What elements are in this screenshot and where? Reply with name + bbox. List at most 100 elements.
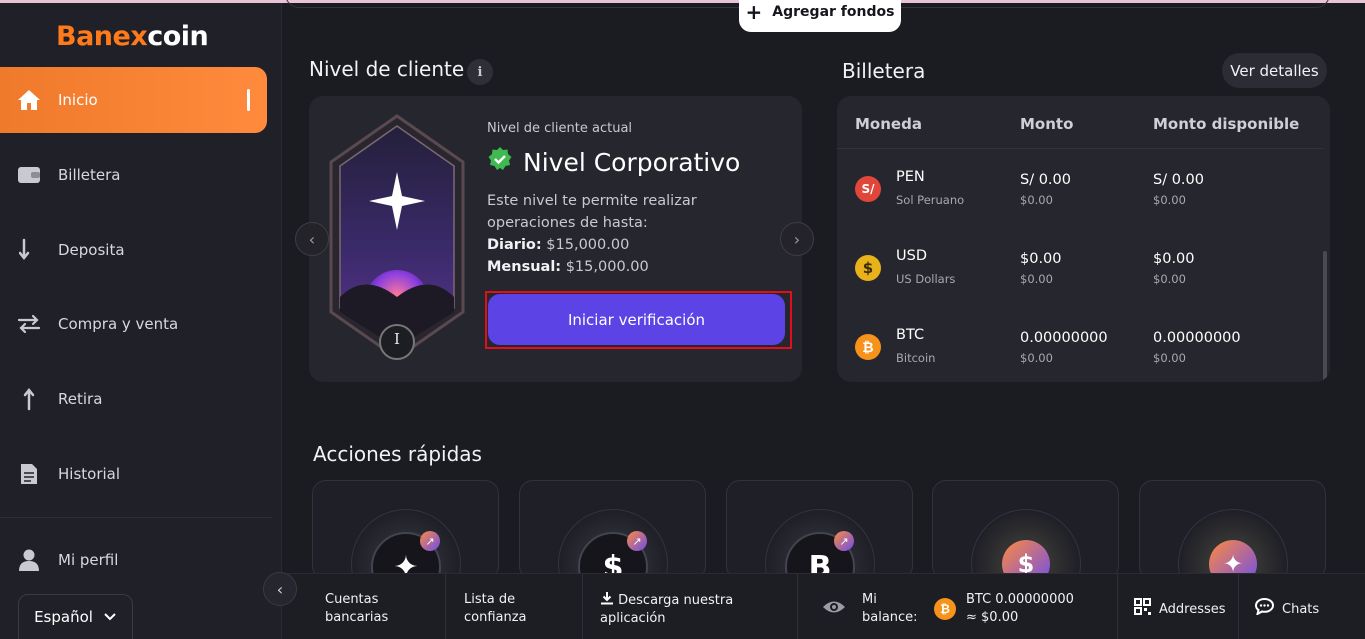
sidebar-divider [0,517,272,518]
amount-fiat: $0.00 [1020,193,1053,207]
chevron-left-icon: ‹ [308,229,316,249]
start-verification-button[interactable]: Iniciar verificación [488,294,785,345]
sidebar-item-label: Historial [58,465,121,483]
level-description: Este nivel te permite realizar operacion… [487,193,697,275]
bank-accounts-link[interactable]: Cuentas bancarias [325,591,415,627]
column-header-moneda: Moneda [855,115,922,133]
user-icon [16,547,42,573]
info-icon[interactable]: i [467,59,493,85]
currency-name: Bitcoin [896,351,936,365]
brand-logo[interactable]: Banexcoin [56,21,209,52]
addresses-button[interactable]: Addresses [1134,598,1226,621]
wallet-scrollbar[interactable] [1323,251,1327,382]
currency-name: US Dollars [896,272,956,286]
currency-name: Sol Peruano [896,193,965,207]
collapse-sidebar-button[interactable]: ‹ [263,572,297,606]
bottom-bar-divider [445,574,446,639]
language-selector[interactable]: Español [18,594,133,639]
download-icon [600,592,618,608]
home-icon [16,87,42,113]
chat-bubble-icon [1254,597,1275,621]
quick-action-card[interactable]: B ↗ [726,480,913,580]
swap-icon [16,311,42,337]
chevron-right-icon: › [793,229,801,249]
language-label: Español [34,608,93,626]
available-amount: S/ 0.00 [1153,172,1204,188]
chevron-down-icon [103,608,117,626]
active-indicator [247,89,250,111]
trust-list-link[interactable]: Lista de confianza [464,591,554,627]
add-funds-button[interactable]: + Agregar fondos [739,0,901,32]
column-header-monto: Monto [1020,115,1074,133]
wallet-table: Moneda Monto Monto disponible S/ PEN Sol… [837,96,1330,382]
available-amount: $0.00 [1153,251,1195,267]
bottom-bar-divider [582,574,583,639]
sidebar-item-label: Retira [58,390,103,408]
bottom-bar-divider [797,574,798,639]
btc-coin-icon: ₿ [855,334,881,360]
level-badge-numeral: I [394,330,400,348]
qr-code-icon [1134,598,1151,621]
sidebar-item-retira[interactable]: Retira [0,366,268,432]
view-details-button[interactable]: Ver detalles [1222,53,1327,88]
usd-coin-icon: $ [855,255,881,281]
eye-icon[interactable] [822,598,846,620]
pen-coin-icon: S/ [855,176,881,202]
sidebar-item-label: Deposita [58,241,125,259]
deposit-arrow-icon [16,237,42,263]
level-name: Nivel Corporativo [487,146,740,178]
quick-action-card[interactable]: $ [932,480,1119,580]
amount-fiat: $0.00 [1020,272,1053,286]
sidebar-item-inicio[interactable]: Inicio [0,67,267,133]
amount: S/ 0.00 [1020,172,1071,188]
bottom-bar: Cuentas bancarias Lista de confianza Des… [282,573,1365,639]
current-level-label: Nivel de cliente actual [487,121,633,136]
withdraw-arrow-icon [16,386,42,412]
sidebar-item-label: Inicio [58,91,98,109]
sidebar: Banexcoin Inicio Billetera Deposita Comp… [0,3,282,639]
available-fiat: $0.00 [1153,272,1186,286]
amount-fiat: $0.00 [1020,351,1053,365]
arrow-up-right-icon: ↗ [834,531,854,551]
amount: 0.00000000 [1020,330,1108,346]
balance-label: Mi balance: [862,592,918,625]
quick-action-card[interactable]: ✦ [1139,480,1326,580]
quick-actions-title: Acciones rápidas [313,442,482,466]
sidebar-item-label: Billetera [58,166,121,184]
quick-action-card[interactable]: ✦ ↗ [312,480,499,580]
available-amount: 0.00000000 [1153,330,1241,346]
level-prev-button[interactable]: ‹ [295,222,329,256]
sidebar-item-historial[interactable]: Historial [0,441,268,507]
arrow-up-right-icon: ↗ [627,531,647,551]
balance-value: BTC 0.00000000 ≈ $0.00 [966,592,1074,625]
wallet-title: Billetera [842,59,926,83]
sidebar-item-compra-venta[interactable]: Compra y venta [0,291,268,357]
currency-code: BTC [896,327,925,343]
sidebar-item-label: Compra y venta [58,315,179,333]
sidebar-item-label: Mi perfil [58,551,119,569]
sidebar-item-billetera[interactable]: Billetera [0,142,268,208]
sidebar-item-mi-perfil[interactable]: Mi perfil [0,527,268,593]
available-fiat: $0.00 [1153,351,1186,365]
level-badge-illustration [329,114,465,360]
available-fiat: $0.00 [1153,193,1186,207]
header-divider [837,148,1324,149]
chats-button[interactable]: Chats [1254,597,1319,621]
verified-badge-icon [487,146,513,178]
wallet-icon [16,162,42,188]
bottom-bar-divider [1238,574,1239,639]
currency-code: USD [896,248,927,264]
chevron-left-icon: ‹ [276,579,284,599]
plus-icon: + [745,0,763,24]
btc-coin-icon: ₿ [934,598,956,620]
amount: $0.00 [1020,251,1062,267]
download-app-link[interactable]: Descarga nuestra aplicación [600,591,750,628]
currency-code: PEN [896,169,925,185]
client-level-title: Nivel de cliente [309,57,465,81]
quick-action-card[interactable]: $ ↗ [519,480,706,580]
bottom-bar-divider [1117,574,1118,639]
document-icon [16,461,42,487]
column-header-monto-disponible: Monto disponible [1153,115,1300,133]
sidebar-item-deposita[interactable]: Deposita [0,217,268,283]
arrow-up-right-icon: ↗ [420,531,440,551]
